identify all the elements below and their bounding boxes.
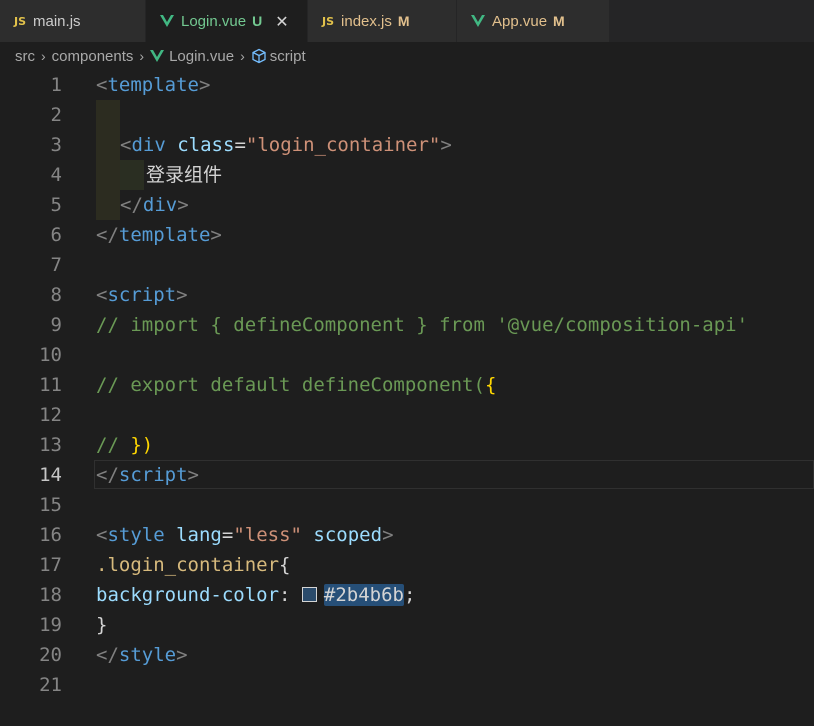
- line-number: 9: [50, 314, 62, 336]
- line-number: 6: [50, 224, 62, 246]
- close-icon[interactable]: ✕: [275, 12, 288, 31]
- tab-label: index.js: [341, 12, 392, 30]
- code-line: </template>: [96, 224, 222, 246]
- line-number: 18: [39, 584, 62, 606]
- line-number: 5: [50, 194, 62, 216]
- breadcrumb-item-file[interactable]: Login.vue: [169, 48, 234, 65]
- indent-guide: [120, 160, 144, 190]
- js-file-icon: JS: [14, 14, 27, 28]
- chevron-right-icon: ›: [240, 48, 245, 64]
- tab-index-js[interactable]: JS index.js M: [308, 0, 457, 42]
- tab-app-vue[interactable]: App.vue M: [457, 0, 610, 42]
- code-line-comment: // export default defineComponent({: [96, 374, 497, 396]
- line-number: 11: [39, 374, 62, 396]
- line-number: 13: [39, 434, 62, 456]
- breadcrumb-item-src[interactable]: src: [15, 48, 35, 65]
- git-status-badge: U: [252, 13, 263, 29]
- breadcrumb-item-symbol[interactable]: script: [270, 48, 306, 65]
- line-number: 21: [39, 674, 62, 696]
- code-line: background-color: #2b4b6b;: [96, 584, 416, 606]
- code-line: <style lang="less" scoped>: [96, 524, 394, 546]
- line-number: 2: [50, 104, 62, 126]
- vue-file-icon: [471, 15, 485, 27]
- code-line: <template>: [96, 74, 211, 96]
- code-line: <div class="login_container">: [120, 134, 452, 156]
- code-editor[interactable]: 1 2 3 4 5 6 7 8 9 10 11 12 13 14 15 16 1…: [0, 70, 814, 726]
- line-number: 1: [50, 74, 62, 96]
- current-line-highlight: [94, 460, 814, 489]
- tab-main-js[interactable]: JS main.js: [0, 0, 146, 42]
- line-number-current: 14: [39, 464, 62, 486]
- code-line: </div>: [120, 194, 189, 216]
- code-line: 登录组件: [146, 164, 223, 186]
- tab-label: Login.vue: [181, 12, 247, 30]
- breadcrumb-item-components[interactable]: components: [52, 48, 134, 65]
- code-line-comment: // }): [96, 434, 154, 456]
- line-number: 12: [39, 404, 62, 426]
- line-number: 3: [50, 134, 62, 156]
- color-swatch[interactable]: [301, 587, 317, 602]
- code-line: }: [96, 614, 108, 636]
- line-number: 10: [39, 344, 62, 366]
- tab-bar: JS main.js Login.vue U ✕ JS index.js M A…: [0, 0, 814, 42]
- js-file-icon: JS: [322, 14, 335, 28]
- tab-label: App.vue: [492, 12, 548, 30]
- line-number: 17: [39, 554, 62, 576]
- line-number: 7: [50, 254, 62, 276]
- line-number: 20: [39, 644, 62, 666]
- line-number: 4: [50, 164, 62, 186]
- code-line: </script>: [96, 464, 199, 486]
- tab-label: main.js: [33, 12, 81, 30]
- vue-file-icon: [150, 50, 165, 62]
- chevron-right-icon: ›: [41, 48, 46, 64]
- git-status-badge: M: [553, 13, 565, 29]
- breadcrumb: src › components › Login.vue › script: [0, 42, 814, 70]
- tab-login-vue[interactable]: Login.vue U ✕: [146, 0, 308, 42]
- line-number: 8: [50, 284, 62, 306]
- code-line: .login_container{: [96, 554, 291, 576]
- code-line-comment: // import { defineComponent } from '@vue…: [96, 314, 749, 336]
- line-number: 16: [39, 524, 62, 546]
- line-number: 19: [39, 614, 62, 636]
- code-line: </style>: [96, 644, 188, 666]
- git-status-badge: M: [397, 13, 410, 29]
- selected-color-value: #2b4b6b: [323, 584, 404, 606]
- chevron-right-icon: ›: [139, 48, 145, 64]
- symbol-cube-icon: [252, 48, 266, 64]
- code-line: <script>: [96, 284, 188, 306]
- vue-file-icon: [160, 15, 174, 27]
- line-number: 15: [39, 494, 62, 516]
- indent-guide: [96, 100, 120, 220]
